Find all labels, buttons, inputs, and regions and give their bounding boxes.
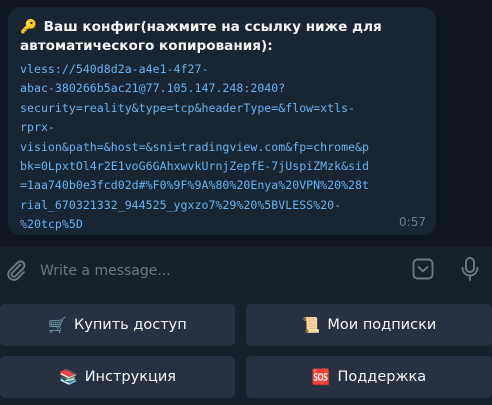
button-label: Купить доступ: [73, 317, 187, 333]
my-subscriptions-button[interactable]: 📜 Мои подписки: [246, 304, 492, 346]
button-label: Инструкция: [84, 369, 176, 385]
buy-access-button[interactable]: 🛒 Купить доступ: [0, 304, 235, 346]
support-button[interactable]: 🆘 Поддержка: [246, 356, 492, 398]
message-header: 🔑 Ваш конфиг(нажмите на ссылку ниже для …: [20, 18, 424, 56]
key-icon: 🔑: [20, 19, 37, 35]
cart-icon: 🛒: [48, 316, 67, 334]
message-bubble: 🔑 Ваш конфиг(нажмите на ссылку ниже для …: [8, 7, 436, 235]
bot-keyboard: 🛒 Купить доступ 📜 Мои подписки 📚 Инструк…: [0, 295, 492, 405]
scroll-icon: 📜: [301, 316, 321, 334]
message-input[interactable]: [38, 254, 402, 288]
books-icon: 📚: [59, 368, 78, 386]
message-composer: [0, 245, 492, 295]
paperclip-icon[interactable]: [4, 258, 28, 282]
microphone-icon[interactable]: [458, 256, 482, 282]
button-label: Поддержка: [337, 369, 427, 385]
instructions-button[interactable]: 📚 Инструкция: [0, 356, 235, 398]
message-header-text: Ваш конфиг(нажмите на ссылку ниже для ав…: [20, 19, 382, 54]
keyboard-toggle-icon[interactable]: [411, 257, 435, 281]
message-time: 0:57: [399, 215, 426, 229]
sos-icon: 🆘: [311, 368, 331, 386]
button-label: Мои подписки: [327, 317, 437, 333]
chat-area: 🔑 Ваш конфиг(нажмите на ссылку ниже для …: [0, 0, 492, 245]
config-link[interactable]: vless://540d8d2a-a4e1-4f27- abac-380266b…: [20, 60, 424, 235]
